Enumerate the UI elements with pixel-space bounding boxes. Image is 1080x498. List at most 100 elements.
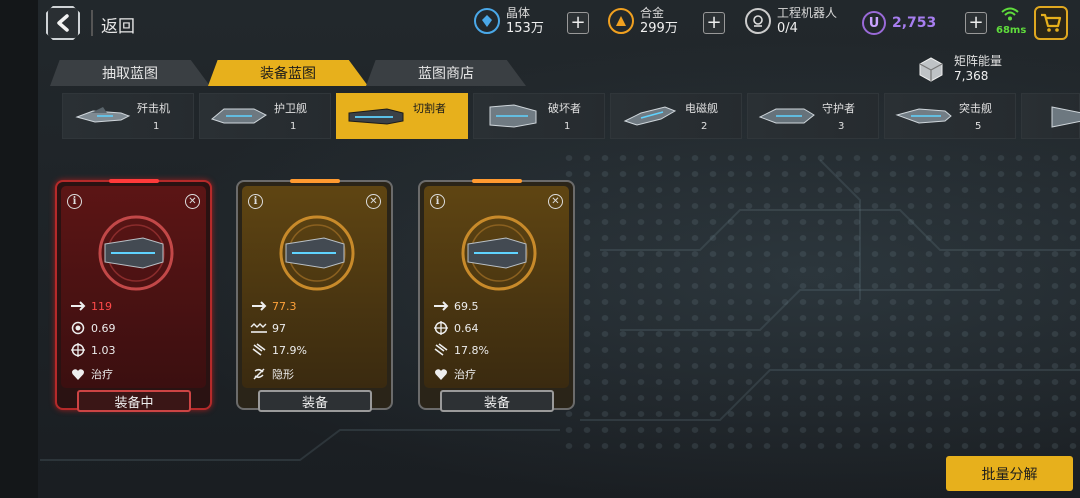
emp-ship-icon <box>623 106 677 126</box>
ship-category-name: 电磁舰 <box>685 102 718 115</box>
blueprint-card[interactable]: i ✕ 119 0.69 1.03 治疗 装备中 <box>55 179 212 412</box>
close-icon[interactable]: ✕ <box>185 194 200 209</box>
resource-name: 晶体 <box>506 6 531 20</box>
info-icon[interactable]: i <box>67 194 82 209</box>
destroyer-ship-icon <box>489 104 537 128</box>
ship-category-frigate[interactable]: 护卫舰 1 <box>199 93 331 139</box>
claw-icon <box>432 343 450 357</box>
card-rarity-bar <box>109 179 159 183</box>
robot-icon <box>745 8 771 34</box>
stat-value: 97 <box>272 321 286 335</box>
crosshair-icon <box>69 343 87 357</box>
stat-damage: 69.5 <box>432 299 479 313</box>
ship-category-emp-ship[interactable]: 电磁舰 2 <box>610 93 742 139</box>
premium-currency-value: 2,753 <box>892 15 937 31</box>
assault-ship-icon <box>895 108 952 124</box>
resource-alloy: 合金 299万 <box>608 6 678 36</box>
skill-label: 治疗 <box>91 368 113 381</box>
ship-category-guardian[interactable]: 守护者 3 <box>747 93 879 139</box>
guardian-ship-icon <box>758 108 815 124</box>
skill: 治疗 <box>432 366 476 382</box>
card-rarity-bar <box>472 179 522 183</box>
alloy-icon <box>608 8 634 34</box>
add-alloy-button[interactable]: + <box>703 12 725 34</box>
heal-heart-icon <box>69 367 87 381</box>
resource-name: 合金 <box>640 6 665 20</box>
resource-robot[interactable]: 工程机器人 0/4 <box>745 6 837 36</box>
tab-equip-blueprint[interactable]: 装备蓝图 <box>208 60 368 86</box>
tab-draw-blueprint[interactable]: 抽取蓝图 <box>50 60 210 86</box>
equipped-button[interactable]: 装备中 <box>77 390 191 412</box>
stat-value: 17.8% <box>454 343 489 357</box>
partial-ship-icon <box>1051 106 1080 128</box>
damage-arrow-icon <box>69 299 87 313</box>
ship-category-partial[interactable] <box>1021 93 1080 139</box>
add-crystal-button[interactable]: + <box>567 12 589 34</box>
skill-label: 治疗 <box>454 368 476 381</box>
resource-value: 0/4 <box>777 21 798 36</box>
ship-category-count: 2 <box>701 121 708 132</box>
heal-heart-icon <box>432 367 450 381</box>
matrix-energy: 矩阵能量 7,368 <box>918 54 1002 84</box>
ship-category-fighter[interactable]: 歼击机 1 <box>62 93 194 139</box>
ship-category-name: 破坏者 <box>548 102 581 115</box>
info-icon[interactable]: i <box>248 194 263 209</box>
stat-value: 77.3 <box>272 299 297 313</box>
close-icon[interactable]: ✕ <box>366 194 381 209</box>
stat-value: 1.03 <box>91 343 116 357</box>
cart-icon <box>1041 13 1062 32</box>
stat-crit: 17.8% <box>432 343 489 357</box>
info-icon[interactable]: i <box>430 194 445 209</box>
blueprint-card[interactable]: i ✕ 69.5 0.64 17.8% 治疗 装备 <box>418 179 575 412</box>
crystal-icon <box>474 8 500 34</box>
target-ring-icon <box>69 321 87 335</box>
stat-rate: 0.69 <box>69 321 116 335</box>
resource-value: 153万 <box>506 21 544 36</box>
ship-category-destroyer[interactable]: 破坏者 1 <box>473 93 605 139</box>
shop-cart-button[interactable] <box>1034 6 1068 40</box>
left-edge-strip <box>0 0 38 498</box>
ping-value: 68ms <box>996 25 1027 36</box>
tab-blueprint-shop[interactable]: 蓝图商店 <box>366 60 526 86</box>
stat-value: 17.9% <box>272 343 307 357</box>
damage-arrow-icon <box>250 299 268 313</box>
claw-icon <box>250 343 268 357</box>
close-icon[interactable]: ✕ <box>548 194 563 209</box>
back-label[interactable]: 返回 <box>101 12 135 37</box>
weapon-emblem-icon <box>461 215 537 291</box>
matrix-energy-value: 7,368 <box>954 69 989 83</box>
add-premium-button[interactable]: + <box>965 12 987 34</box>
ship-category-cutter[interactable]: 切割者 <box>336 93 468 139</box>
stealth-icon <box>250 367 268 381</box>
skill: 治疗 <box>69 366 113 382</box>
ship-category-assault[interactable]: 突击舰 5 <box>884 93 1016 139</box>
stat-damage: 119 <box>69 299 112 313</box>
equip-button[interactable]: 装备 <box>258 390 372 412</box>
ship-category-strip[interactable]: 歼击机 1 护卫舰 1 切割者 破坏者 1 电磁舰 2 守护者 3 突击舰 5 <box>62 93 1080 139</box>
chevron-left-icon <box>57 14 69 32</box>
ship-category-name: 护卫舰 <box>274 102 307 115</box>
wifi-icon <box>1001 7 1019 21</box>
damage-arrow-icon <box>432 299 450 313</box>
equip-button[interactable]: 装备 <box>440 390 554 412</box>
premium-currency: U 2,753 <box>862 11 936 35</box>
stat-damage: 77.3 <box>250 299 297 313</box>
bulk-decompose-button[interactable]: 批量分解 <box>946 456 1073 491</box>
matrix-cube-icon <box>919 57 943 82</box>
back-button[interactable] <box>46 6 80 40</box>
resource-crystal: 晶体 153万 <box>474 6 544 36</box>
weapon-emblem-icon <box>279 215 355 291</box>
blueprint-card[interactable]: i ✕ 77.3 97 17.9% 隐形 装备 <box>236 179 393 412</box>
card-body: i ✕ 119 0.69 1.03 治疗 <box>61 186 206 388</box>
card-rarity-bar <box>290 179 340 183</box>
ship-category-count: 5 <box>975 121 982 132</box>
stat-wave: 97 <box>250 321 286 335</box>
wave-icon <box>250 321 268 335</box>
frigate-ship-icon <box>210 108 267 124</box>
weapon-emblem-icon <box>98 215 174 291</box>
stat-value: 119 <box>91 299 112 313</box>
matrix-energy-label: 矩阵能量 <box>954 54 1003 68</box>
crosshair-icon <box>432 321 450 335</box>
fighter-ship-icon <box>75 107 131 123</box>
ship-category-count: 1 <box>564 121 571 132</box>
